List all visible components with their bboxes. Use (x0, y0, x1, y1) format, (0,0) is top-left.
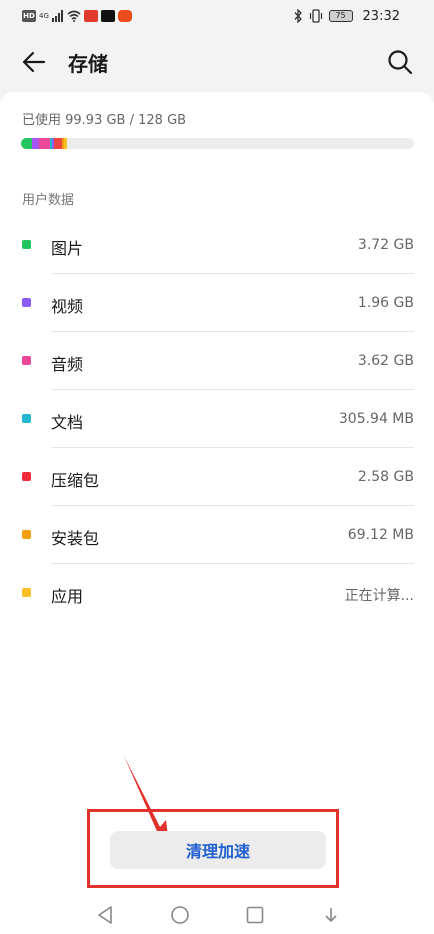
usage-bar-segment (53, 138, 62, 149)
nav-recent-apps-icon[interactable] (242, 902, 268, 928)
tiktok-app-icon (101, 10, 115, 22)
back-button[interactable] (18, 46, 50, 78)
clean-accelerate-button[interactable]: 清理加速 (110, 831, 326, 869)
category-name: 视频 (51, 297, 84, 316)
network-4g-indicator: 4G (39, 12, 49, 20)
hd-indicator: HD (22, 10, 36, 22)
category-color-dot (22, 356, 31, 365)
usage-bar-segment (64, 138, 67, 149)
status-bar: HD 4G 75 23:32 (0, 0, 434, 32)
category-name: 压缩包 (51, 471, 100, 490)
section-label-user-data: 用户数据 (22, 193, 75, 208)
storage-usage-bar (21, 138, 414, 149)
category-size: 3.62 GB (357, 353, 414, 369)
category-name: 图片 (51, 239, 84, 258)
wifi-icon (67, 10, 81, 22)
list-item-installers[interactable]: 安装包 69.12 MB (0, 506, 434, 564)
search-icon (388, 50, 413, 75)
status-time: 23:32 (362, 8, 400, 24)
list-item-videos[interactable]: 视频 1.96 GB (0, 274, 434, 332)
category-size: 正在计算... (344, 588, 414, 604)
nav-back-icon[interactable] (92, 902, 118, 928)
category-name: 安装包 (51, 529, 100, 548)
system-nav-bar (0, 896, 434, 934)
vibrate-icon (309, 9, 322, 23)
list-item-documents[interactable]: 文档 305.94 MB (0, 390, 434, 448)
category-size: 1.96 GB (357, 295, 414, 311)
category-color-dot (22, 588, 31, 597)
page-title: 存储 (68, 52, 108, 76)
usage-bar-segment (21, 138, 33, 149)
list-item-archives[interactable]: 压缩包 2.58 GB (0, 448, 434, 506)
status-icons-right: 75 23:32 (293, 7, 400, 25)
category-color-dot (22, 472, 31, 481)
category-color-dot (22, 530, 31, 539)
category-color-dot (22, 414, 31, 423)
search-button[interactable] (384, 46, 416, 78)
nav-notification-icon[interactable] (318, 902, 344, 928)
list-item-images[interactable]: 图片 3.72 GB (0, 216, 434, 274)
list-item-apps[interactable]: 应用 正在计算... (0, 564, 434, 622)
arrow-left-icon (22, 51, 46, 73)
storage-usage-text: 已使用 99.93 GB / 128 GB (22, 113, 187, 128)
category-size: 69.12 MB (347, 527, 414, 543)
battery-indicator: 75 (328, 10, 353, 22)
app-header: 存储 (0, 32, 434, 90)
storage-card: 已使用 99.93 GB / 128 GB 用户数据 图片 3.72 GB 视频… (0, 92, 434, 934)
category-name: 音频 (51, 355, 84, 374)
usage-bar-segment (38, 138, 50, 149)
signal-icon (52, 10, 63, 22)
list-item-audio[interactable]: 音频 3.62 GB (0, 332, 434, 390)
notification-app-icon (118, 10, 132, 22)
storage-category-list: 图片 3.72 GB 视频 1.96 GB 音频 3.62 GB 文档 305.… (0, 216, 434, 622)
status-icons-left: HD 4G (22, 9, 132, 23)
bluetooth-icon (294, 9, 302, 23)
nav-home-icon[interactable] (167, 902, 193, 928)
category-size: 3.72 GB (357, 237, 414, 253)
category-color-dot (22, 298, 31, 307)
category-name: 应用 (51, 587, 84, 606)
category-size: 2.58 GB (357, 469, 414, 485)
notification-app-icon (84, 10, 98, 22)
category-name: 文档 (51, 413, 84, 432)
category-size: 305.94 MB (338, 411, 414, 427)
category-color-dot (22, 240, 31, 249)
